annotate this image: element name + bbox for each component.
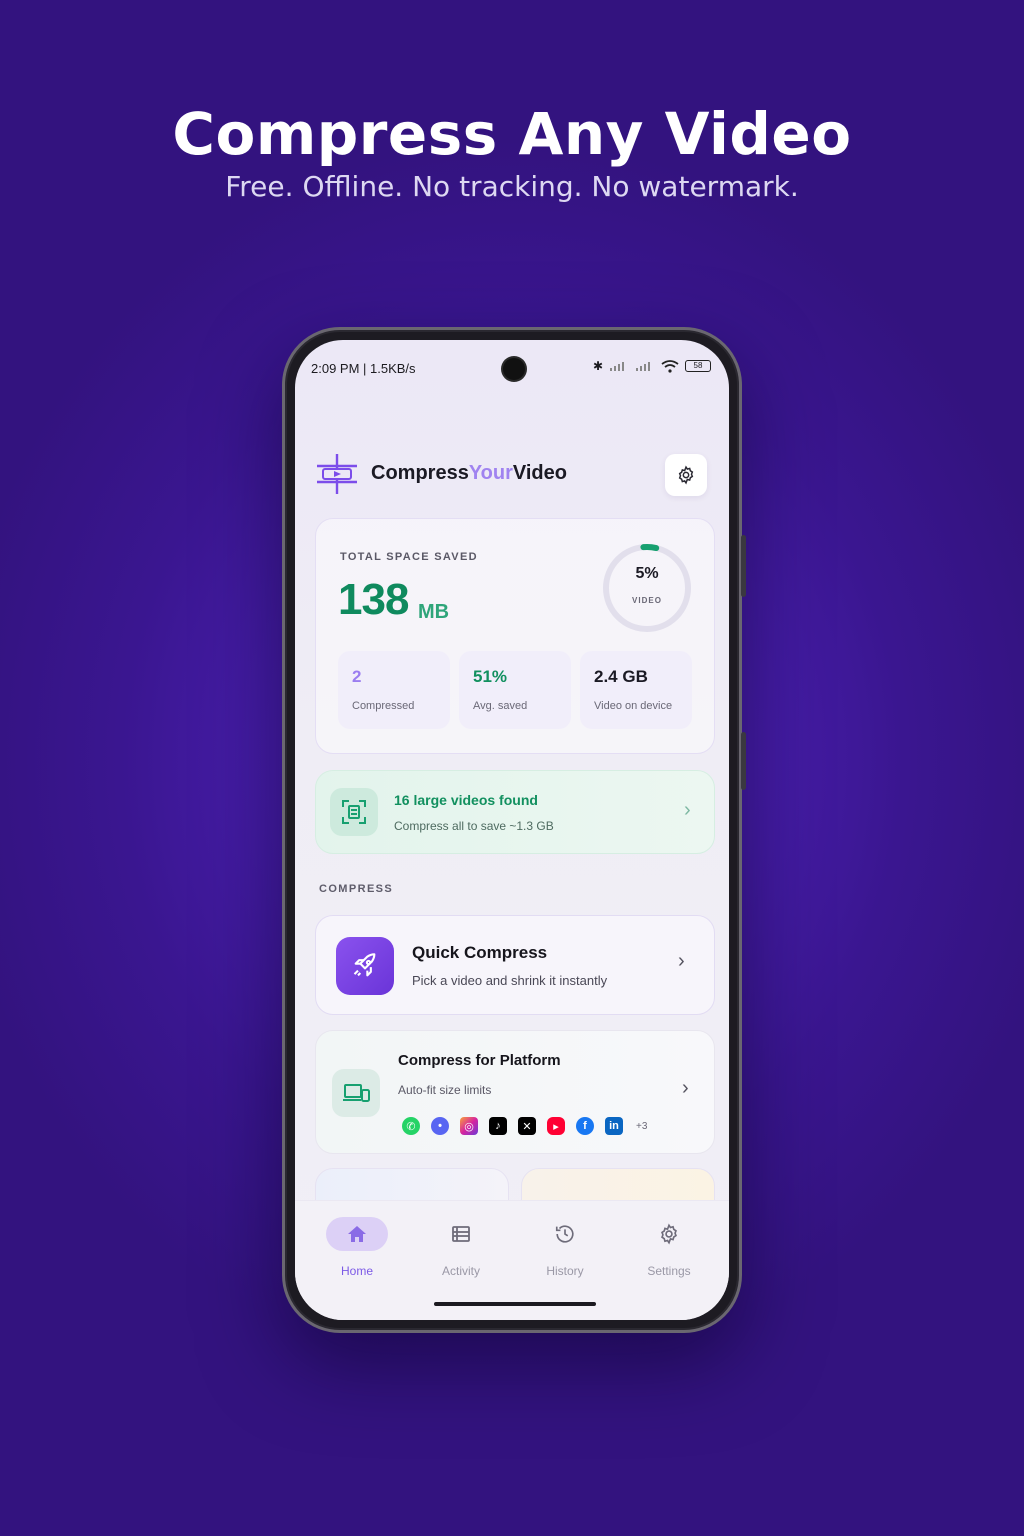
- platform-title: Compress for Platform: [398, 1052, 561, 1069]
- stats-unit: MB: [418, 601, 450, 623]
- power-button: [741, 732, 746, 790]
- phone-screen: 2:09 PM | 1.5KB/s ✱ 58 CompressYourVideo: [295, 340, 729, 1320]
- nav-item-home[interactable]: Home: [305, 1217, 409, 1278]
- devices-icon: [332, 1069, 380, 1117]
- front-camera: [503, 358, 525, 380]
- ring-percent: 5%: [635, 565, 659, 582]
- app-logo-icon: [317, 454, 357, 494]
- quick-compress-card[interactable]: Quick Compress Pick a video and shrink i…: [315, 915, 715, 1015]
- header-settings-button[interactable]: [665, 454, 707, 496]
- brand-part-3: Video: [512, 462, 567, 484]
- nav-item-settings[interactable]: Settings: [617, 1217, 721, 1278]
- chevron-right-icon: ›: [684, 799, 691, 821]
- brand-part-1: Compress: [371, 462, 469, 484]
- stat-value: 2.4 GB: [594, 667, 648, 686]
- quick-subtitle: Pick a video and shrink it instantly: [412, 973, 608, 988]
- nav-pill: [534, 1217, 596, 1251]
- list-icon: [452, 1226, 470, 1242]
- volume-button: [741, 535, 746, 597]
- nav-label: Activity: [441, 1264, 480, 1278]
- platform-compress-card[interactable]: Compress for Platform Auto-fit size limi…: [315, 1030, 715, 1154]
- stat-video-on-device: 2.4 GB Video on device: [580, 651, 692, 729]
- stat-value: 51%: [473, 667, 508, 686]
- nav-active-pill: [326, 1217, 388, 1251]
- wifi-icon: [661, 359, 679, 373]
- nav-pill: [638, 1217, 700, 1251]
- x-icon: ✕: [518, 1117, 536, 1135]
- stat-compressed: 2 Compressed: [338, 651, 450, 729]
- facebook-icon: f: [576, 1117, 594, 1135]
- nav-label: Settings: [647, 1264, 691, 1278]
- bluetooth-icon: ✱: [592, 359, 603, 373]
- status-bar: 2:09 PM | 1.5KB/s ✱ 58: [295, 340, 729, 390]
- found-title: 16 large videos found: [394, 792, 538, 808]
- tiktok-icon: ♪: [489, 1117, 507, 1135]
- section-label: COMPRESS: [319, 883, 394, 895]
- nav-label: Home: [340, 1264, 373, 1278]
- chevron-right-icon: ›: [682, 1077, 689, 1099]
- scan-icon: [330, 788, 378, 836]
- gear-icon: [678, 465, 694, 485]
- home-icon: [348, 1226, 366, 1242]
- hero-subtitle: Free. Offline. No tracking. No watermark…: [225, 170, 799, 203]
- ring-label: VIDEO: [632, 596, 662, 605]
- found-subtitle: Compress all to save ~1.3 GB: [394, 819, 554, 833]
- nav-label: History: [546, 1264, 584, 1278]
- stat-label: Video on device: [594, 700, 673, 712]
- platform-subtitle: Auto-fit size limits: [398, 1083, 492, 1097]
- nav-pill: [430, 1217, 492, 1251]
- quick-title: Quick Compress: [412, 943, 548, 962]
- status-time: 2:09 PM | 1.5KB/s: [311, 361, 416, 376]
- stat-avg-saved: 51% Avg. saved: [459, 651, 571, 729]
- app-brand: CompressYourVideo: [371, 462, 567, 485]
- stats-label: TOTAL SPACE SAVED: [340, 551, 478, 563]
- whatsapp-icon: ✆: [402, 1117, 420, 1135]
- signal-icon-2: [636, 362, 650, 371]
- platform-more-count: +3: [636, 1120, 648, 1132]
- video-percent-ring: [603, 544, 691, 632]
- space-saved-card: TOTAL SPACE SAVED 138 MB 5% VIDEO 2 Comp…: [315, 518, 715, 754]
- app-header: CompressYourVideo: [315, 448, 709, 498]
- battery-indicator: 58: [685, 360, 711, 372]
- large-videos-card[interactable]: 16 large videos found Compress all to sa…: [315, 770, 715, 854]
- linkedin-icon: in: [605, 1117, 623, 1135]
- chevron-right-icon: ›: [678, 950, 685, 972]
- gesture-home-bar[interactable]: [434, 1302, 596, 1306]
- hero-title: Compress Any Video: [172, 100, 852, 168]
- gear-icon: [661, 1223, 677, 1245]
- instagram-icon: ◎: [460, 1117, 478, 1135]
- nav-item-history[interactable]: History: [513, 1217, 617, 1278]
- stat-label: Avg. saved: [473, 700, 528, 712]
- brand-part-2: Your: [468, 462, 513, 484]
- stat-label: Compressed: [352, 700, 415, 712]
- history-icon: [555, 1225, 574, 1243]
- discord-icon: •: [431, 1117, 449, 1135]
- phone-frame: 2:09 PM | 1.5KB/s ✱ 58 CompressYourVideo: [282, 327, 746, 1333]
- platform-logos: ✆ • ◎ ♪ ✕ ▸ f in +3: [402, 1117, 647, 1135]
- stat-value: 2: [352, 667, 362, 686]
- signal-icon: [610, 362, 624, 371]
- rocket-icon: [336, 937, 394, 995]
- nav-item-activity[interactable]: Activity: [409, 1217, 513, 1278]
- youtube-shorts-icon: ▸: [547, 1117, 565, 1135]
- stats-value: 138: [338, 575, 409, 624]
